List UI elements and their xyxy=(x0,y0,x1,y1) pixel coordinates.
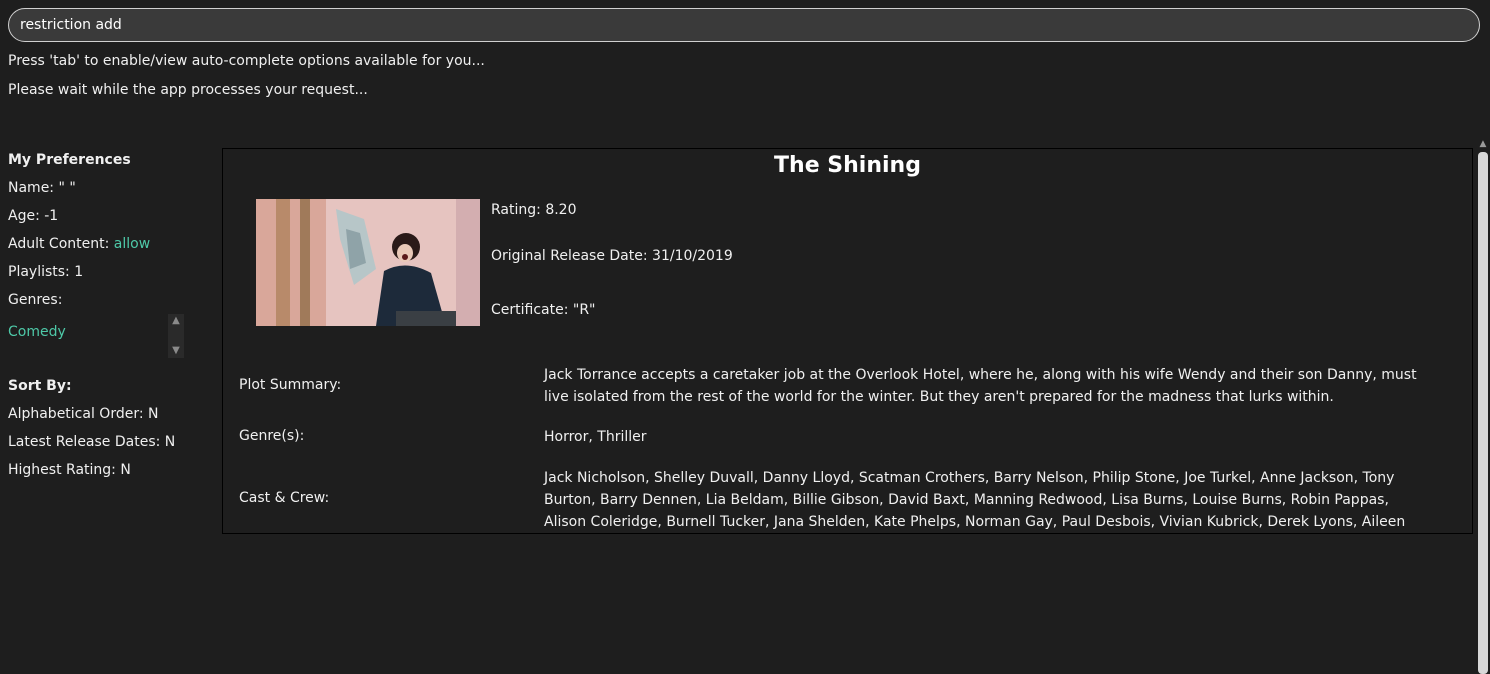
genres-label: Genre(s): xyxy=(239,428,305,444)
sort-latest-label: Latest Release Dates: xyxy=(8,434,161,450)
pref-adult-label: Adult Content: xyxy=(8,236,110,252)
sort-highest-rating: Highest Rating: N xyxy=(8,456,198,484)
genre-list-scrollbar[interactable]: ▲ ▼ xyxy=(168,314,184,358)
genre-list[interactable]: Comedy ▲ ▼ xyxy=(8,314,198,362)
sort-rating-label: Highest Rating: xyxy=(8,462,116,478)
genre-list-item[interactable]: Comedy xyxy=(8,318,66,346)
movie-certificate: Certificate: "R" xyxy=(491,302,596,318)
movie-release-label: Original Release Date: xyxy=(491,248,648,264)
pref-age-label: Age: xyxy=(8,208,40,224)
movie-release-date: Original Release Date: 31/10/2019 xyxy=(491,248,733,264)
movie-rating-value: 8.20 xyxy=(545,202,577,218)
genres-text: Horror, Thriller xyxy=(544,429,647,445)
chevron-up-icon[interactable]: ▲ xyxy=(168,314,184,328)
page-scrollbar[interactable]: ▲ xyxy=(1476,138,1490,674)
sort-alphabetical-value: N xyxy=(148,406,159,422)
pref-adult-value: allow xyxy=(113,236,151,252)
movie-title: The Shining xyxy=(774,153,921,178)
movie-poster-image xyxy=(256,199,480,326)
pref-age: Age: -1 xyxy=(8,202,198,230)
scrollbar-thumb[interactable] xyxy=(1478,152,1488,674)
chevron-down-icon[interactable]: ▼ xyxy=(168,344,184,358)
movie-release-value: 31/10/2019 xyxy=(652,248,733,264)
sort-alphabetical-label: Alphabetical Order: xyxy=(8,406,144,422)
pref-playlists-value: 1 xyxy=(74,264,84,280)
movie-card: The Shining Rating: 8.20 Original Releas… xyxy=(222,148,1473,534)
preferences-panel: My Preferences Name: " " Age: -1 Adult C… xyxy=(8,146,198,484)
cast-crew-label: Cast & Crew: xyxy=(239,490,330,506)
sort-latest-release: Latest Release Dates: N xyxy=(8,428,198,456)
autocomplete-hint: Press 'tab' to enable/view auto-complete… xyxy=(8,53,485,69)
pref-playlists-label: Playlists: xyxy=(8,264,70,280)
plot-summary-label: Plot Summary: xyxy=(239,377,342,393)
movie-rating-label: Rating: xyxy=(491,202,541,218)
processing-status: Please wait while the app processes your… xyxy=(8,82,368,98)
sort-alphabetical: Alphabetical Order: N xyxy=(8,400,198,428)
cast-crew-text: Jack Nicholson, Shelley Duvall, Danny Ll… xyxy=(544,470,1406,530)
movie-certificate-value: "R" xyxy=(572,302,596,318)
pref-name-value: " " xyxy=(58,180,76,196)
sort-latest-value: N xyxy=(164,434,176,450)
sort-heading: Sort By: xyxy=(8,378,72,394)
pref-playlists: Playlists: 1 xyxy=(8,258,198,286)
preferences-heading: My Preferences xyxy=(8,152,131,168)
pref-adult-content: Adult Content: allow xyxy=(8,230,198,258)
movie-certificate-label: Certificate: xyxy=(491,302,569,318)
sort-rating-value: N xyxy=(120,462,131,478)
pref-age-value: -1 xyxy=(44,208,59,224)
pref-name: Name: " " xyxy=(8,174,198,202)
command-input[interactable] xyxy=(8,8,1480,42)
plot-summary-text: Jack Torrance accepts a caretaker job at… xyxy=(544,367,1417,405)
movie-rating: Rating: 8.20 xyxy=(491,202,576,218)
chevron-up-icon[interactable]: ▲ xyxy=(1476,138,1490,150)
pref-genres-label: Genres: xyxy=(8,292,63,308)
pref-name-label: Name: xyxy=(8,180,55,196)
